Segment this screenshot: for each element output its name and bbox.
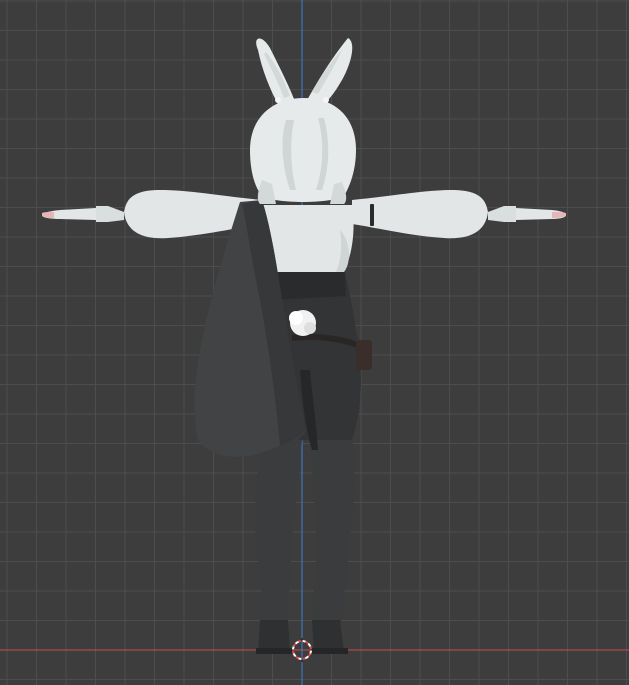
wristband xyxy=(370,204,374,226)
3d-viewport[interactable] xyxy=(0,0,629,685)
belt-pouch xyxy=(356,340,372,370)
viewport-canvas[interactable] xyxy=(0,0,629,685)
